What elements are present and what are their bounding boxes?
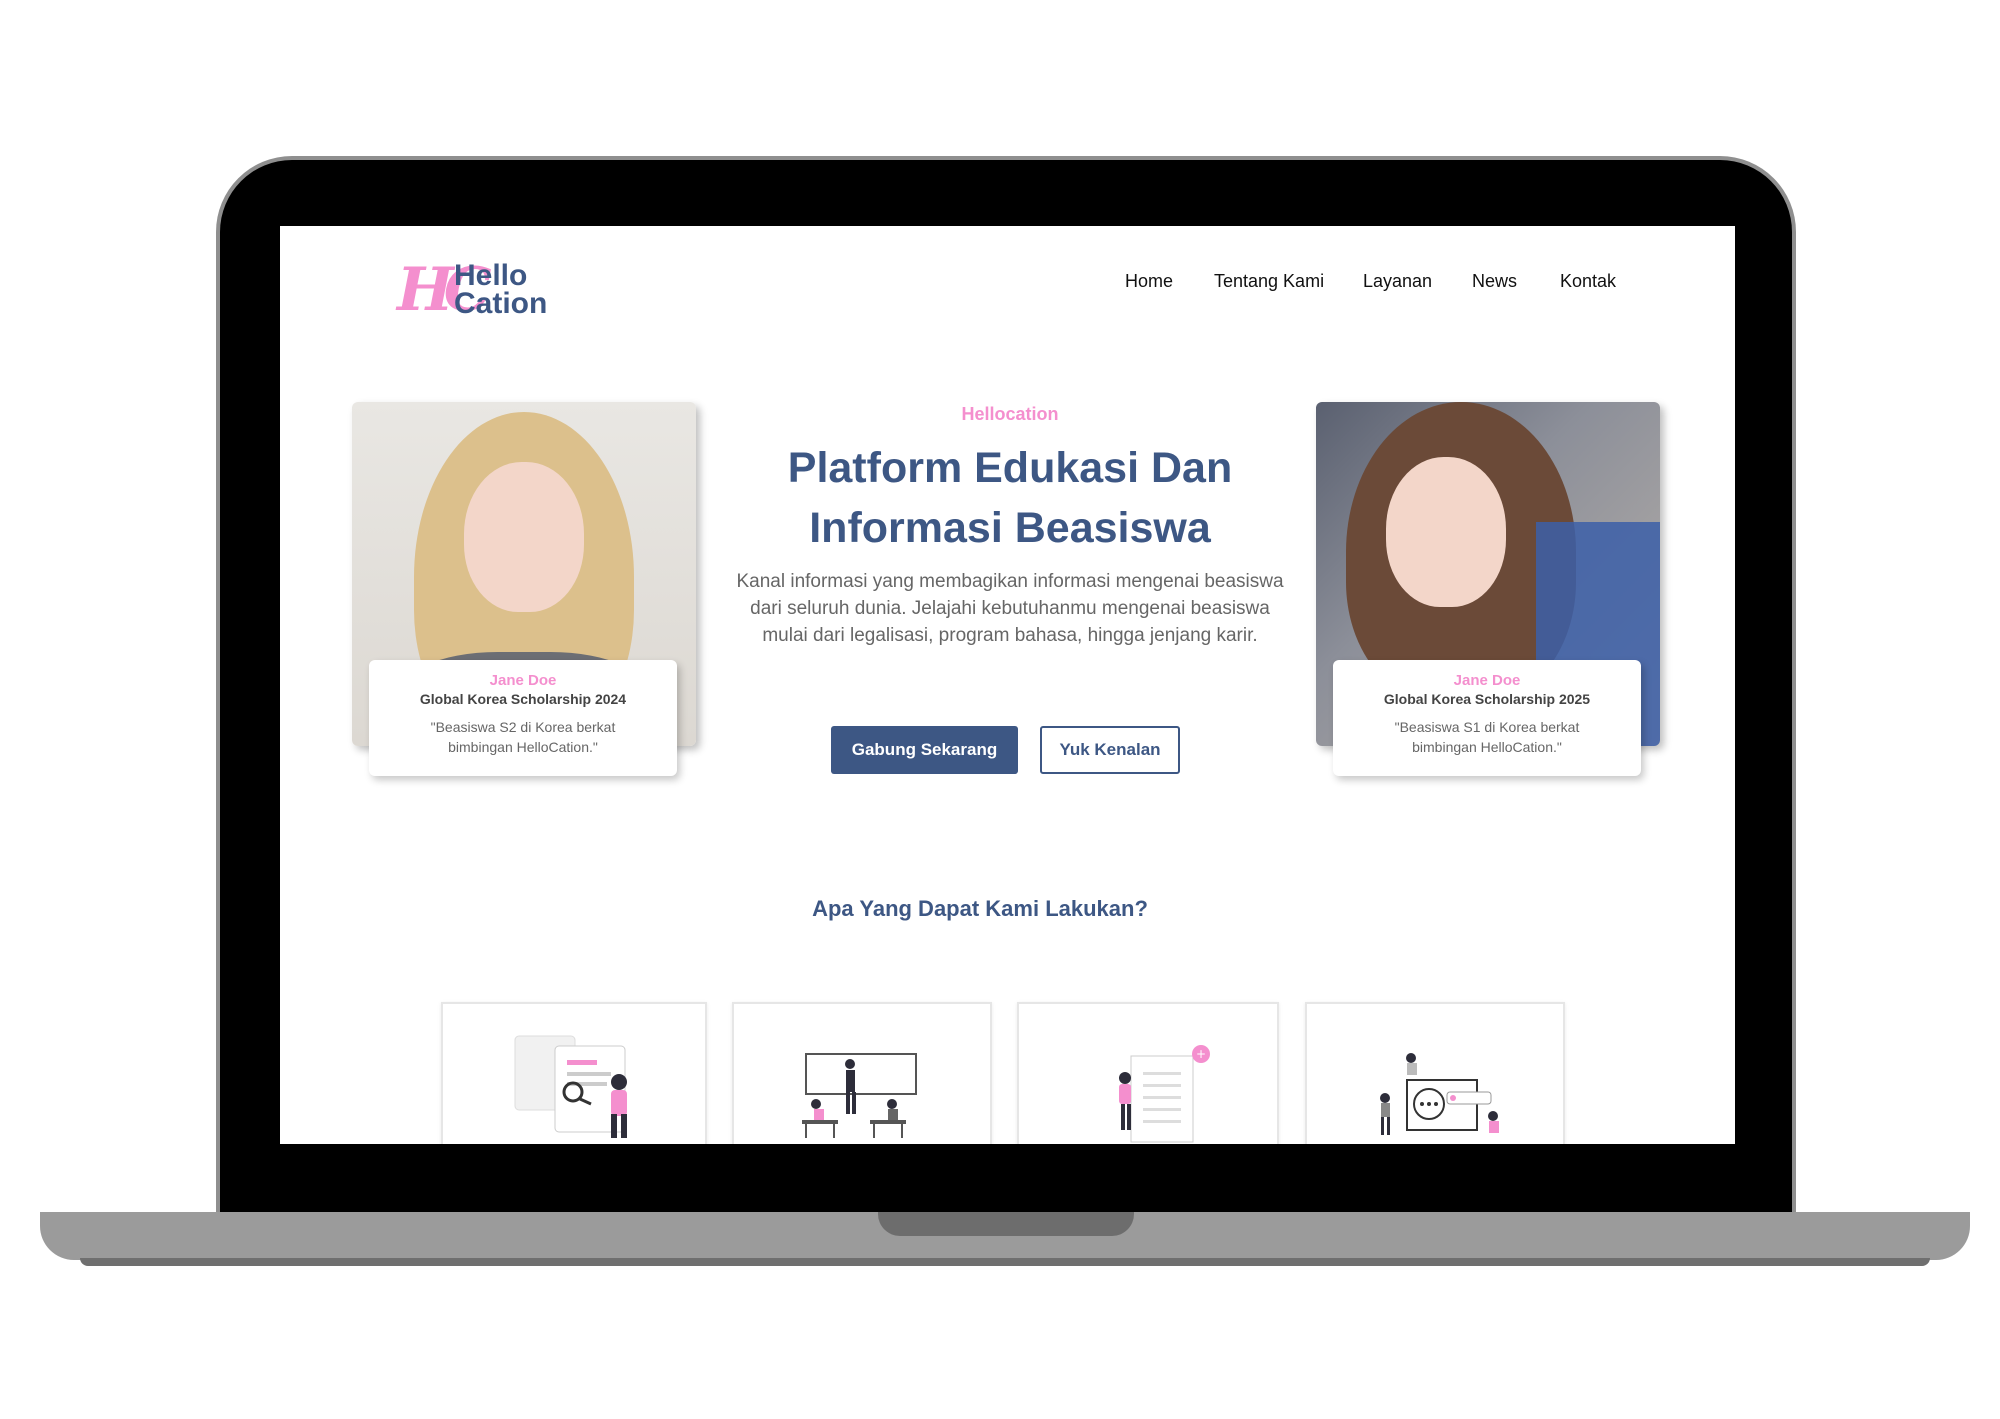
testimonial-name: Jane Doe [1453,672,1521,689]
testimonial-program: Global Korea Scholarship 2024 [419,691,627,707]
testimonial-program: Global Korea Scholarship 2025 [1383,691,1591,707]
hero-title: Platform Edukasi Dan Informasi Beasiswa [787,444,1233,552]
get-to-know-button[interactable]: Yuk Kenalan [1040,726,1180,774]
testimonial-name: Jane Doe [489,672,557,689]
join-now-button[interactable]: Gabung Sekarang [831,726,1018,774]
testimonial-card-right: Jane Doe Global Korea Scholarship 2025 "… [1333,660,1641,776]
main-nav: Home Tentang Kami Layanan News Kontak [280,271,1735,301]
testimonial-card-left: Jane Doe Global Korea Scholarship 2024 "… [369,660,677,776]
service-card-1[interactable] [441,1002,707,1144]
hero-description: Kanal informasi yang membagikan informas… [736,571,1284,646]
nav-kontak[interactable]: Kontak [1560,271,1616,292]
hero-eyebrow: Hellocation [961,404,1059,424]
service-card-3[interactable]: + [1017,1002,1279,1144]
laptop-base-shadow [80,1258,1930,1266]
face-shape [464,462,584,612]
nav-news[interactable]: News [1472,271,1517,292]
classroom-icon [802,1053,917,1138]
laptop-notch [878,1212,1134,1236]
face-shape [1386,457,1506,607]
nav-home[interactable]: Home [1125,271,1173,292]
service-card-2[interactable] [732,1002,992,1144]
testimonial-quote: "Beasiswa S1 di Korea berkat bimbingan H… [1394,719,1580,755]
services-title: Apa Yang Dapat Kami Lakukan? [812,896,1148,921]
document-search-icon [514,1035,627,1138]
testimonial-quote: "Beasiswa S2 di Korea berkat bimbingan H… [430,719,616,755]
nav-tentang-kami[interactable]: Tentang Kami [1214,271,1324,292]
checklist-icon: + [1119,1045,1210,1143]
svg-text:+: + [1196,1047,1206,1061]
nav-layanan[interactable]: Layanan [1363,271,1432,292]
chat-icon [1380,1053,1499,1135]
service-card-4[interactable] [1305,1002,1565,1144]
website-screen: HC Hello Cation Home Tentang Kami Layana… [280,226,1739,1144]
